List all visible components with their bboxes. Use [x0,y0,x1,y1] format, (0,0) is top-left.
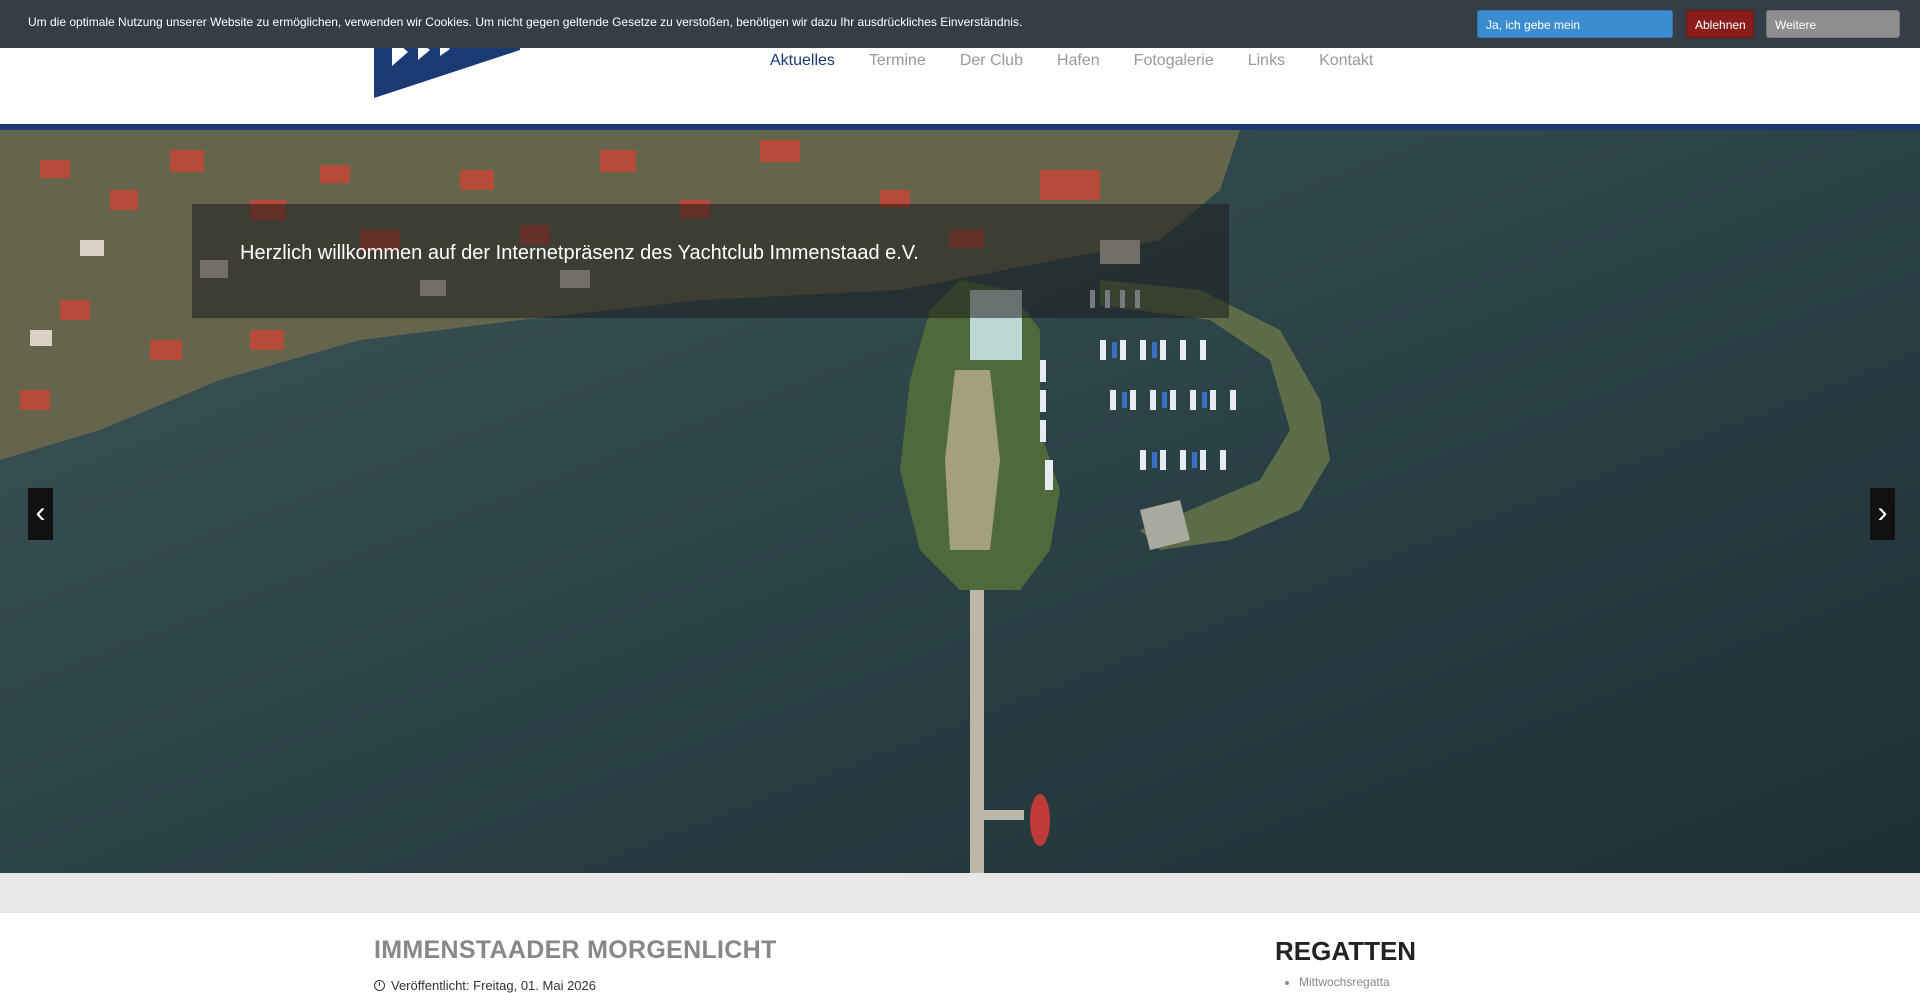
main-nav: Aktuelles Termine Der Club Hafen Fotogal… [770,50,1407,72]
chevron-right-icon[interactable]: › [1870,488,1895,540]
content-divider [0,873,1920,913]
nav-item-fotogalerie[interactable]: Fotogalerie [1134,50,1214,72]
chevron-left-icon[interactable]: ‹ [28,488,53,540]
sidebar-list: Mittwochsregatta [1299,975,1390,989]
published-date: Veröffentlicht: Freitag, 01. Mai 2026 [391,978,596,993]
sidebar-item-mittwochsregatta[interactable]: Mittwochsregatta [1299,975,1390,989]
nav-item-aktuelles[interactable]: Aktuelles [770,50,835,72]
hero-caption-text: Herzlich willkommen auf der Internetpräs… [240,242,919,264]
sidebar-title: REGATTEN [1275,936,1417,966]
hero-caption: Herzlich willkommen auf der Internetpräs… [192,204,1229,318]
cookie-decline-button[interactable]: Ablehnen [1686,10,1754,38]
clock-icon [374,980,385,991]
cookie-banner: Um die optimale Nutzung unserer Website … [0,0,1920,60]
cookie-text: Um die optimale Nutzung unserer Website … [28,15,1023,29]
article-title[interactable]: IMMENSTAADER MORGENLICHT [374,936,777,965]
cookie-accept-button[interactable]: Ja, ich gebe mein Einverständnis! [1477,10,1673,60]
nav-item-kontakt[interactable]: Kontakt [1319,50,1373,72]
nav-item-termine[interactable]: Termine [869,50,926,72]
nav-item-der-club[interactable]: Der Club [960,50,1023,72]
nav-item-links[interactable]: Links [1248,50,1285,72]
nav-item-hafen[interactable]: Hafen [1057,50,1100,72]
cookie-more-info-button[interactable]: Weitere Informationen [1766,10,1900,60]
hero-slider: Herzlich willkommen auf der Internetpräs… [0,130,1920,873]
article-meta: Veröffentlicht: Freitag, 01. Mai 2026 [374,978,596,993]
